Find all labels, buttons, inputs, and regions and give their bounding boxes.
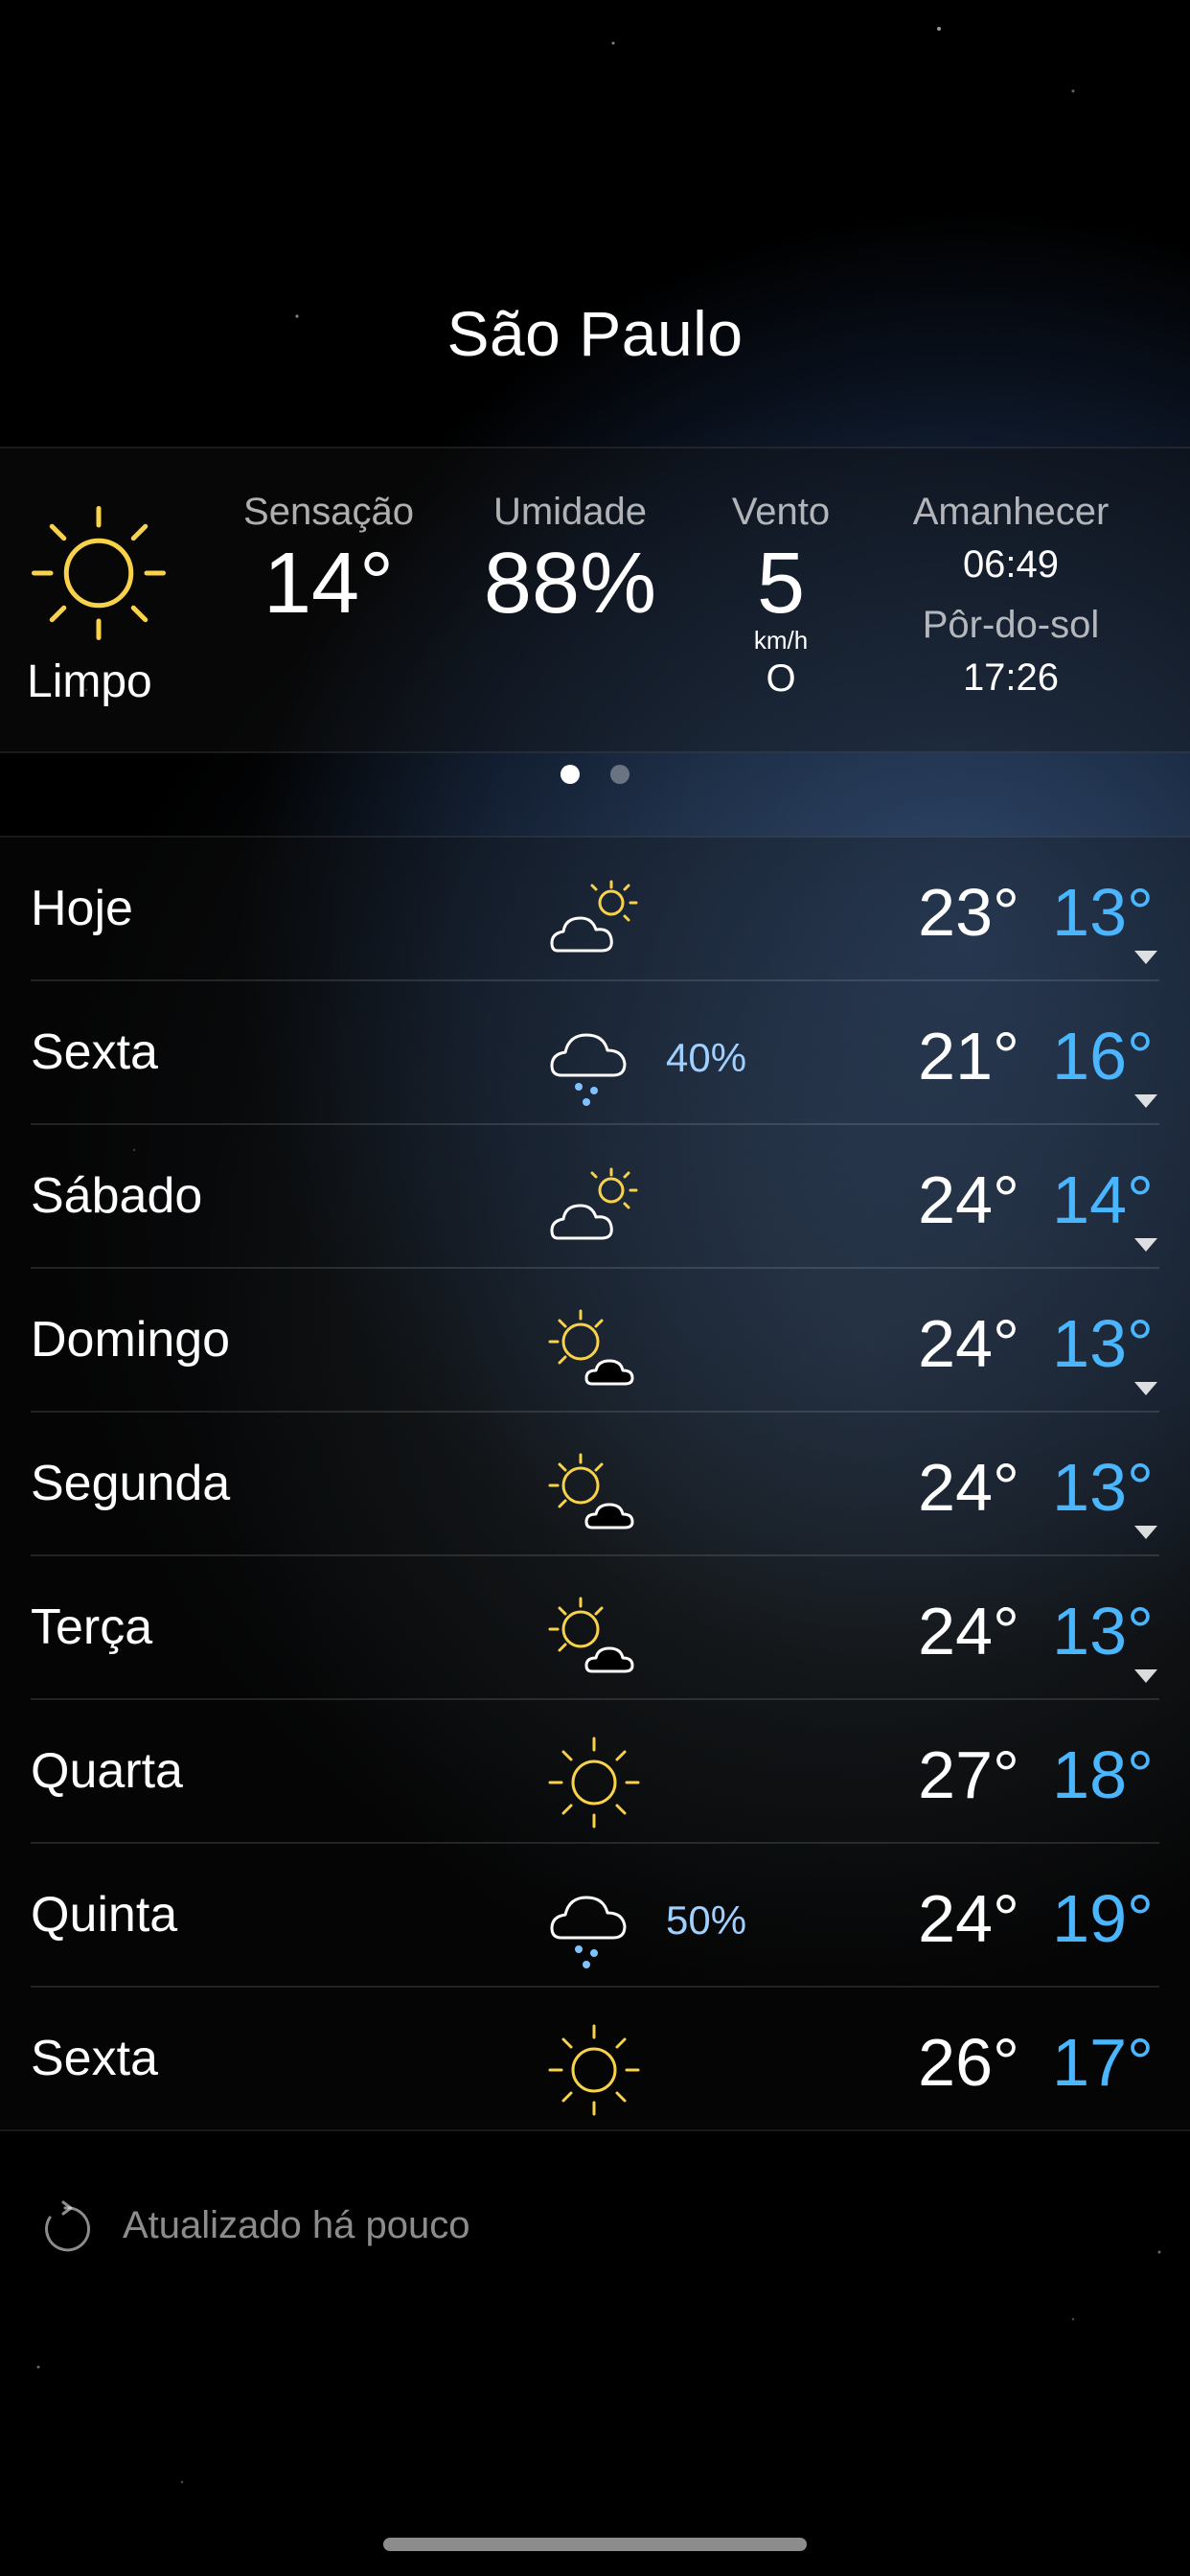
forecast-day: Terça: [31, 1599, 153, 1655]
forecast-day: Sexta: [31, 1024, 158, 1080]
current-condition: Limpo: [27, 501, 171, 708]
forecast-day: Segunda: [31, 1456, 231, 1511]
expand-caret-icon[interactable]: [1134, 1094, 1157, 1108]
forecast-day: Sexta: [31, 2031, 158, 2086]
sunset-time: 17:26: [962, 656, 1060, 699]
precip-chance: 50%: [666, 1898, 747, 1943]
forecast-row[interactable]: Sexta 26° 17°: [0, 1988, 1190, 2131]
forecast-row[interactable]: Segunda 24° 13°: [0, 1413, 1190, 1556]
page-dot-1[interactable]: [560, 765, 580, 784]
sunset-label: Pôr-do-sol: [922, 604, 1100, 646]
low-temp: 13°: [1052, 1306, 1154, 1381]
forecast-row[interactable]: Terça 24° 13°: [0, 1556, 1190, 1700]
wind-label: Vento: [731, 491, 831, 533]
current-conditions-panel[interactable]: Limpo Sensação 14° Umidade 88% Vento 5 k…: [0, 447, 1190, 753]
partly-cloudy-icon: [550, 880, 638, 953]
expand-caret-icon[interactable]: [1134, 951, 1157, 964]
forecast-row[interactable]: Quinta 50% 24° 19°: [0, 1844, 1190, 1988]
condition-label: Limpo: [27, 656, 152, 707]
sun-icon: [32, 506, 166, 640]
wind-unit: km/h: [753, 626, 809, 655]
sun-cloud-icon: [548, 1597, 634, 1673]
feels-like: Sensação 14°: [228, 491, 429, 630]
low-temp: 14°: [1052, 1162, 1154, 1237]
high-temp: 21°: [918, 1019, 1019, 1093]
low-temp: 18°: [1052, 1737, 1154, 1812]
forecast-day: Hoje: [31, 881, 133, 936]
wind-direction: O: [766, 657, 796, 700]
sun-cloud-icon: [548, 1309, 634, 1386]
humidity-label: Umidade: [492, 491, 648, 533]
wind-value: 5: [756, 536, 806, 632]
sunrise-label: Amanhecer: [912, 491, 1110, 533]
forecast-row[interactable]: Hoje 23° 13°: [0, 838, 1190, 981]
page-dot-2[interactable]: [610, 765, 630, 784]
humidity-value: 88%: [483, 536, 657, 632]
low-temp: 17°: [1052, 2025, 1154, 2100]
forecast-row[interactable]: Sábado 24° 14°: [0, 1125, 1190, 1269]
low-temp: 13°: [1052, 1450, 1154, 1525]
low-temp: 19°: [1052, 1881, 1154, 1956]
rain-icon: [550, 1033, 627, 1106]
daily-forecast-list: Hoje 23° 13° Sexta 40% 21° 16° Sábado 24…: [0, 836, 1190, 2131]
forecast-day: Quarta: [31, 1743, 183, 1799]
sunrise-time: 06:49: [962, 543, 1060, 586]
page-indicator[interactable]: [0, 765, 1190, 789]
high-temp: 24°: [918, 1306, 1019, 1381]
high-temp: 27°: [918, 1737, 1019, 1812]
wind: Vento 5 km/h O: [704, 491, 858, 701]
high-temp: 24°: [918, 1594, 1019, 1668]
sun-cloud-icon: [548, 1453, 634, 1530]
feels-like-value: 14°: [263, 536, 395, 632]
partly-cloudy-icon: [550, 1167, 638, 1240]
humidity: Umidade 88%: [469, 491, 671, 630]
forecast-day: Sábado: [31, 1168, 203, 1224]
forecast-day: Domingo: [31, 1312, 231, 1368]
forecast-row[interactable]: Quarta 27° 18°: [0, 1700, 1190, 1844]
forecast-day: Quinta: [31, 1887, 178, 1943]
forecast-row[interactable]: Sexta 40% 21° 16°: [0, 981, 1190, 1125]
feels-like-label: Sensação: [243, 491, 414, 533]
high-temp: 24°: [918, 1162, 1019, 1237]
sun-icon: [548, 1736, 640, 1828]
precip-chance: 40%: [666, 1035, 747, 1080]
city-name: São Paulo: [446, 298, 744, 369]
sun-icon: [548, 2024, 640, 2116]
low-temp: 13°: [1052, 1594, 1154, 1668]
forecast-row[interactable]: Domingo 24° 13°: [0, 1269, 1190, 1413]
sun-times: Amanhecer 06:49 Pôr-do-sol 17:26: [891, 491, 1131, 717]
rain-icon: [550, 1896, 627, 1968]
high-temp: 26°: [918, 2025, 1019, 2100]
expand-caret-icon[interactable]: [1134, 1669, 1157, 1683]
high-temp: 24°: [918, 1881, 1019, 1956]
expand-caret-icon[interactable]: [1134, 1526, 1157, 1539]
home-indicator[interactable]: [383, 2538, 807, 2551]
low-temp: 16°: [1052, 1019, 1154, 1093]
low-temp: 13°: [1052, 875, 1154, 950]
expand-caret-icon[interactable]: [1134, 1382, 1157, 1395]
refresh-icon[interactable]: [34, 2196, 92, 2254]
updated-text: Atualizado há pouco: [123, 2204, 470, 2246]
high-temp: 23°: [918, 875, 1019, 950]
expand-caret-icon[interactable]: [1134, 1238, 1157, 1252]
high-temp: 24°: [918, 1450, 1019, 1525]
